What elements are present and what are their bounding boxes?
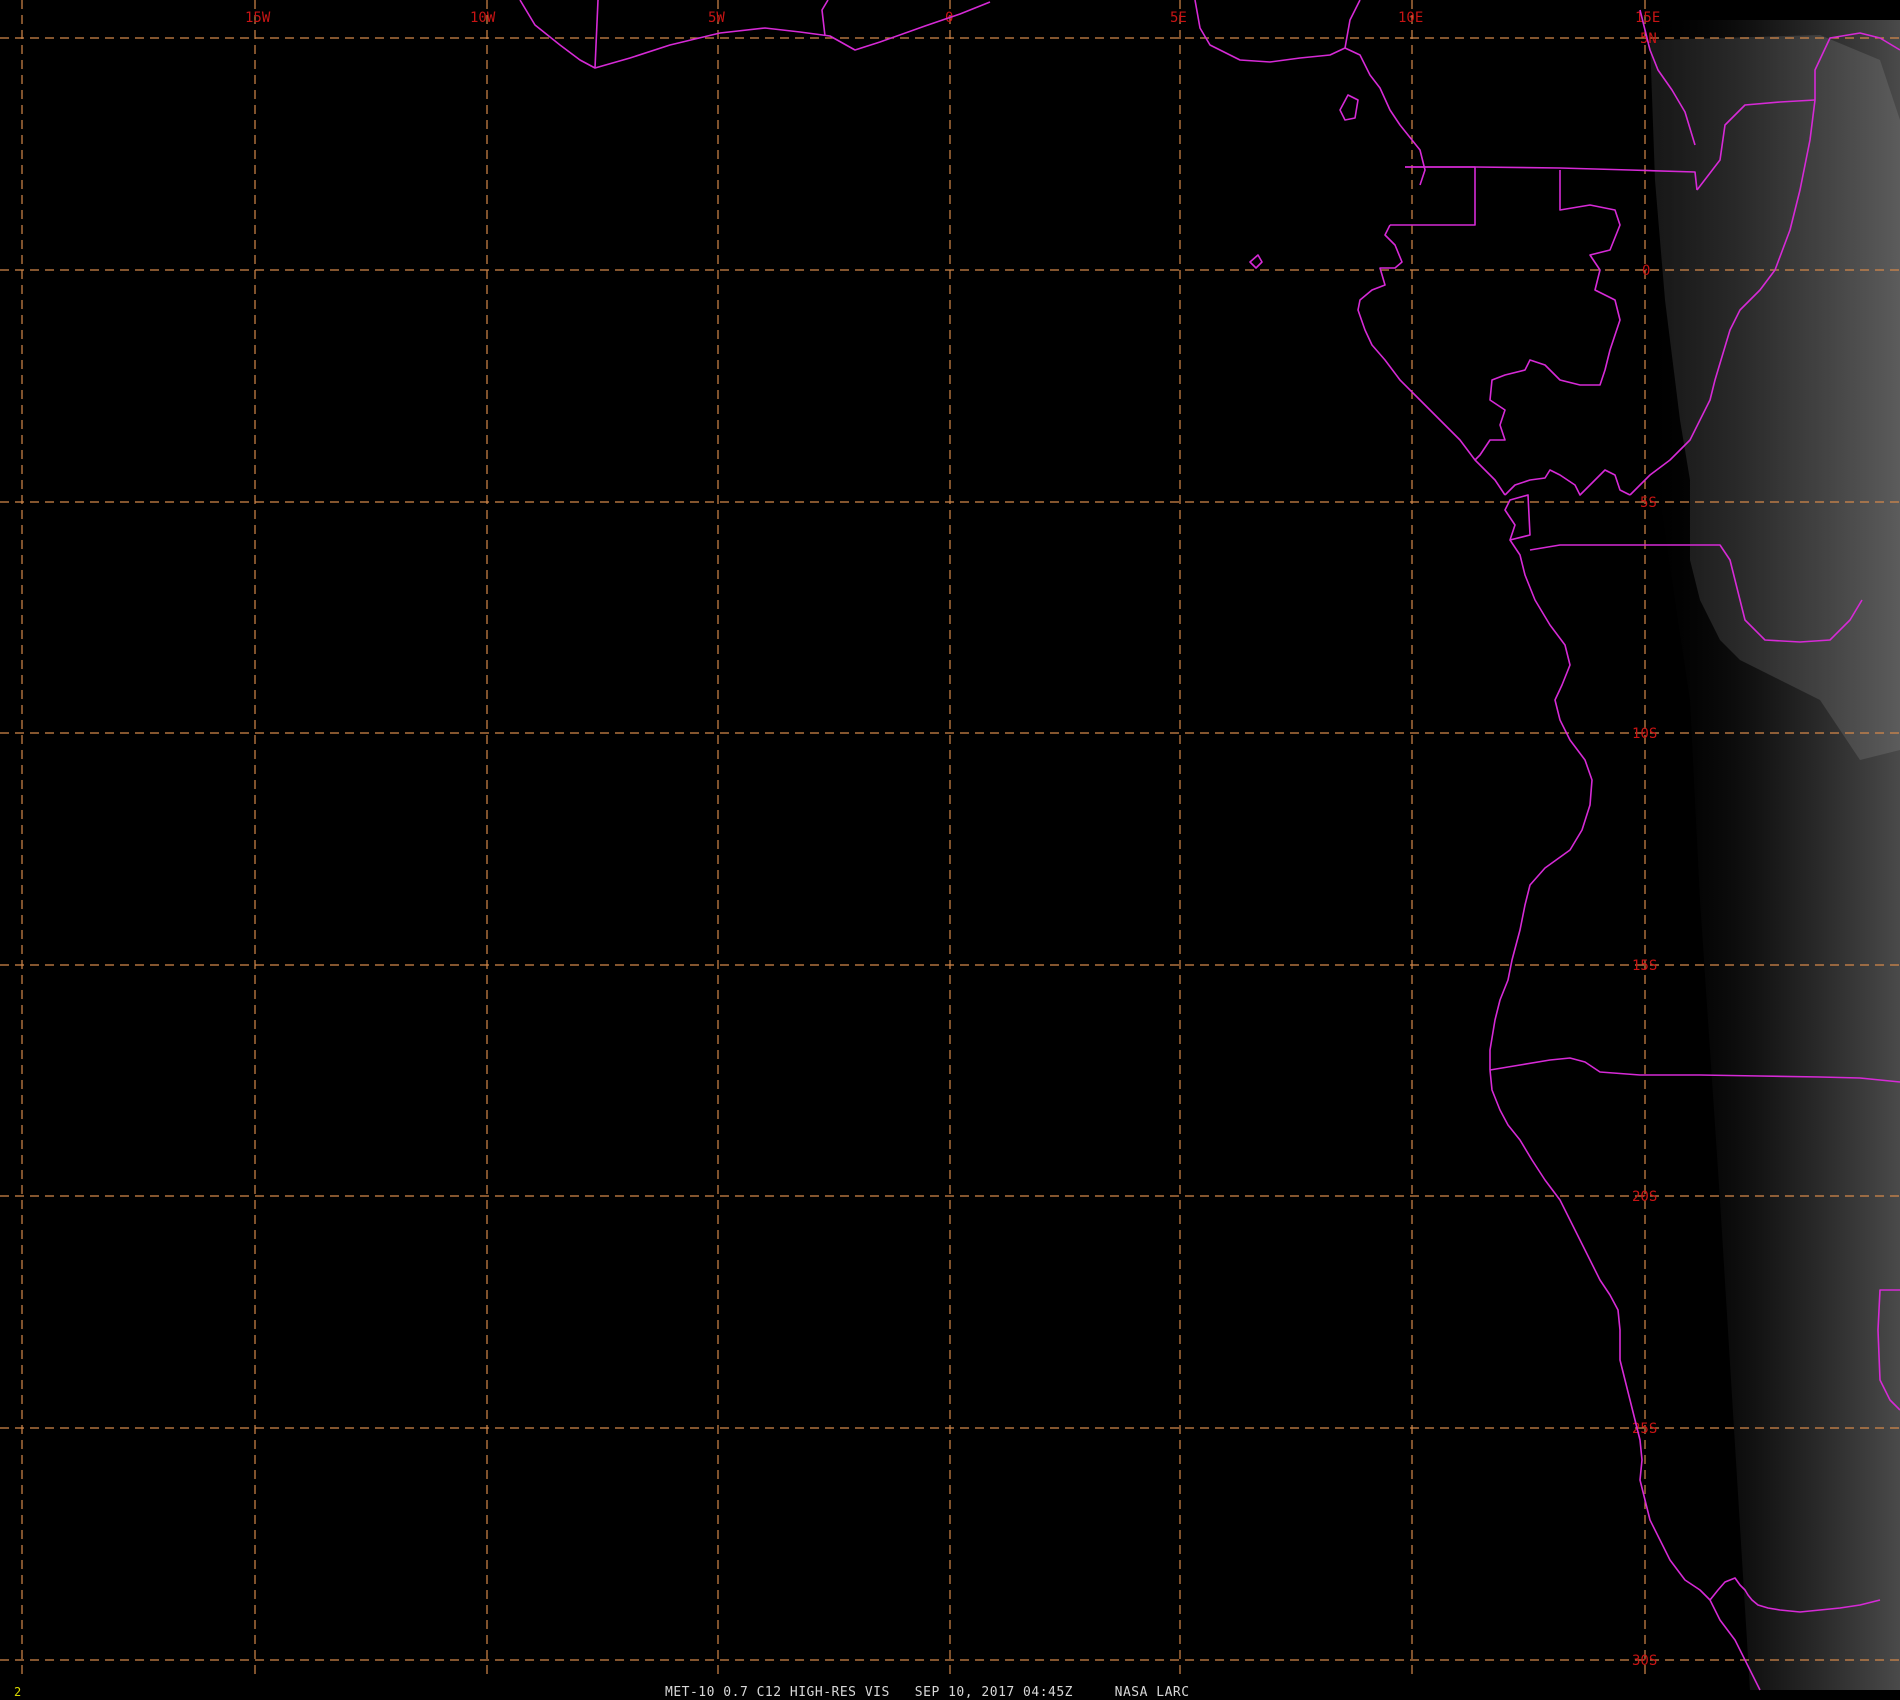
satellite-map: 15W 10W 5W 0 5E 10E 15E5N05S10S15S20S25S30S — [0, 0, 1900, 1700]
satellite-image-viewer: 15W 10W 5W 0 5E 10E 15E 5N 0 5S 10S 15S 20S 25S 30S — [0, 0, 1900, 1700]
frame-number: 2 — [14, 1685, 21, 1699]
latitude-label: 5S — [1640, 495, 1657, 511]
longitude-label: 5W — [708, 10, 725, 26]
latitude-label: 0 — [1642, 263, 1650, 279]
latitude-label: 20S — [1632, 1189, 1657, 1205]
longitude-label: 10E — [1398, 10, 1423, 26]
longitude-label: 15W — [245, 10, 271, 26]
image-caption: MET-10 0.7 C12 HIGH-RES VIS SEP 10, 2017… — [665, 1685, 1190, 1700]
longitude-label: 5E — [1170, 10, 1187, 26]
latitude-label: 30S — [1632, 1653, 1657, 1669]
latitude-label: 10S — [1632, 726, 1657, 742]
longitude-label: 15E — [1635, 10, 1660, 26]
longitude-label: 10W — [470, 10, 496, 26]
latitude-label: 15S — [1632, 958, 1657, 974]
